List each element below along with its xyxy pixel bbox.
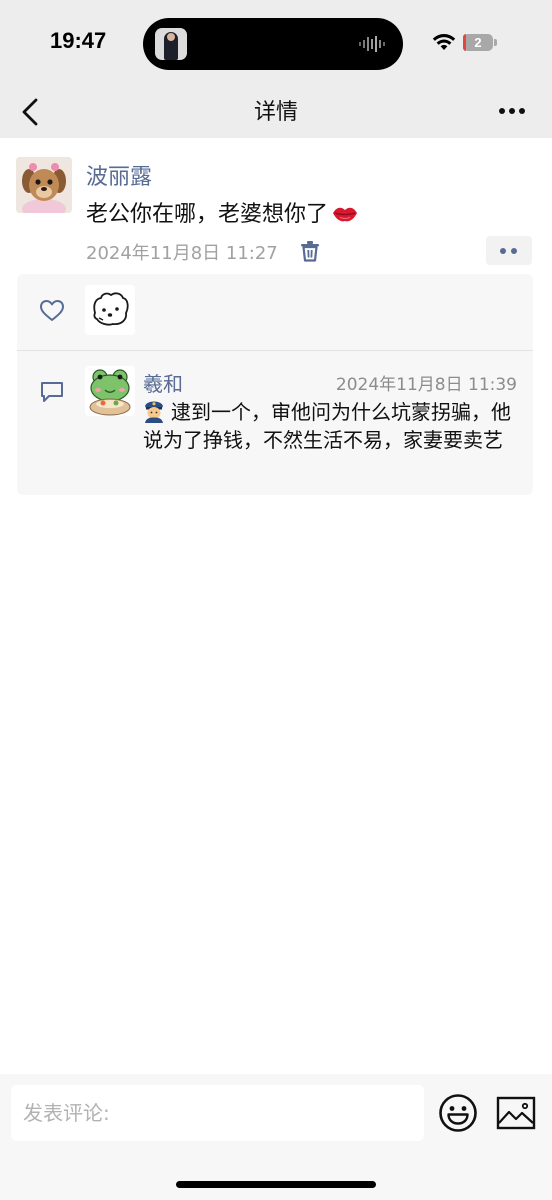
commenter-name[interactable]: 羲和 <box>143 368 183 397</box>
image-button[interactable] <box>496 1096 536 1130</box>
liker-avatar[interactable] <box>85 285 135 335</box>
police-officer-icon <box>145 401 163 423</box>
post-text: 老公你在哪，老婆想你了 <box>86 196 358 228</box>
post-actions-button[interactable] <box>486 236 532 265</box>
comment-composer <box>0 1074 552 1200</box>
image-icon <box>496 1096 536 1130</box>
post-text-body: 老公你在哪，老婆想你了 <box>86 202 329 227</box>
heart-outline-icon <box>40 300 64 321</box>
comment-text-body: 逮到一个，审他问为什么坑蒙拐骗，他说为了挣钱，不然生活不易，家妻要卖艺 <box>143 400 511 452</box>
battery-level: 2 <box>474 35 482 50</box>
home-indicator <box>176 1181 376 1188</box>
divider <box>17 350 533 351</box>
audio-wave-icon <box>359 36 385 52</box>
commenter-avatar[interactable] <box>85 366 135 416</box>
trash-icon <box>301 241 319 262</box>
page-title: 详情 <box>253 100 298 125</box>
emoji-button[interactable] <box>438 1093 478 1133</box>
nav-bar: 详情 <box>0 86 552 138</box>
author-name[interactable]: 波丽露 <box>86 159 152 191</box>
post-time: 2024年11月8日 11:27 <box>86 243 278 264</box>
status-time: 19:47 <box>50 28 107 53</box>
status-bar: 19:47 2 <box>0 0 552 86</box>
comment-bubble-icon <box>41 382 63 402</box>
smiley-icon <box>439 1094 477 1132</box>
comment-text[interactable]: 逮到一个，审他问为什么坑蒙拐骗，他说为了挣钱，不然生活不易，家妻要卖艺 <box>143 398 519 454</box>
dynamic-island[interactable] <box>143 18 403 70</box>
now-playing-thumbnail <box>155 28 187 60</box>
more-dots-icon <box>499 108 525 114</box>
battery-icon: 2 <box>463 34 497 52</box>
comment-input[interactable] <box>11 1085 424 1141</box>
interaction-box: 羲和 2024年11月8日 11:39 逮到一个，审他问为什么坑蒙拐骗，他说为了… <box>17 274 533 495</box>
more-button[interactable] <box>492 96 532 126</box>
author-avatar[interactable] <box>16 157 72 213</box>
delete-button[interactable] <box>300 240 320 262</box>
lips-icon <box>333 207 358 222</box>
comment-time: 2024年11月8日 11:39 <box>335 375 517 395</box>
wifi-icon <box>432 34 456 50</box>
two-dots-icon <box>500 248 506 254</box>
